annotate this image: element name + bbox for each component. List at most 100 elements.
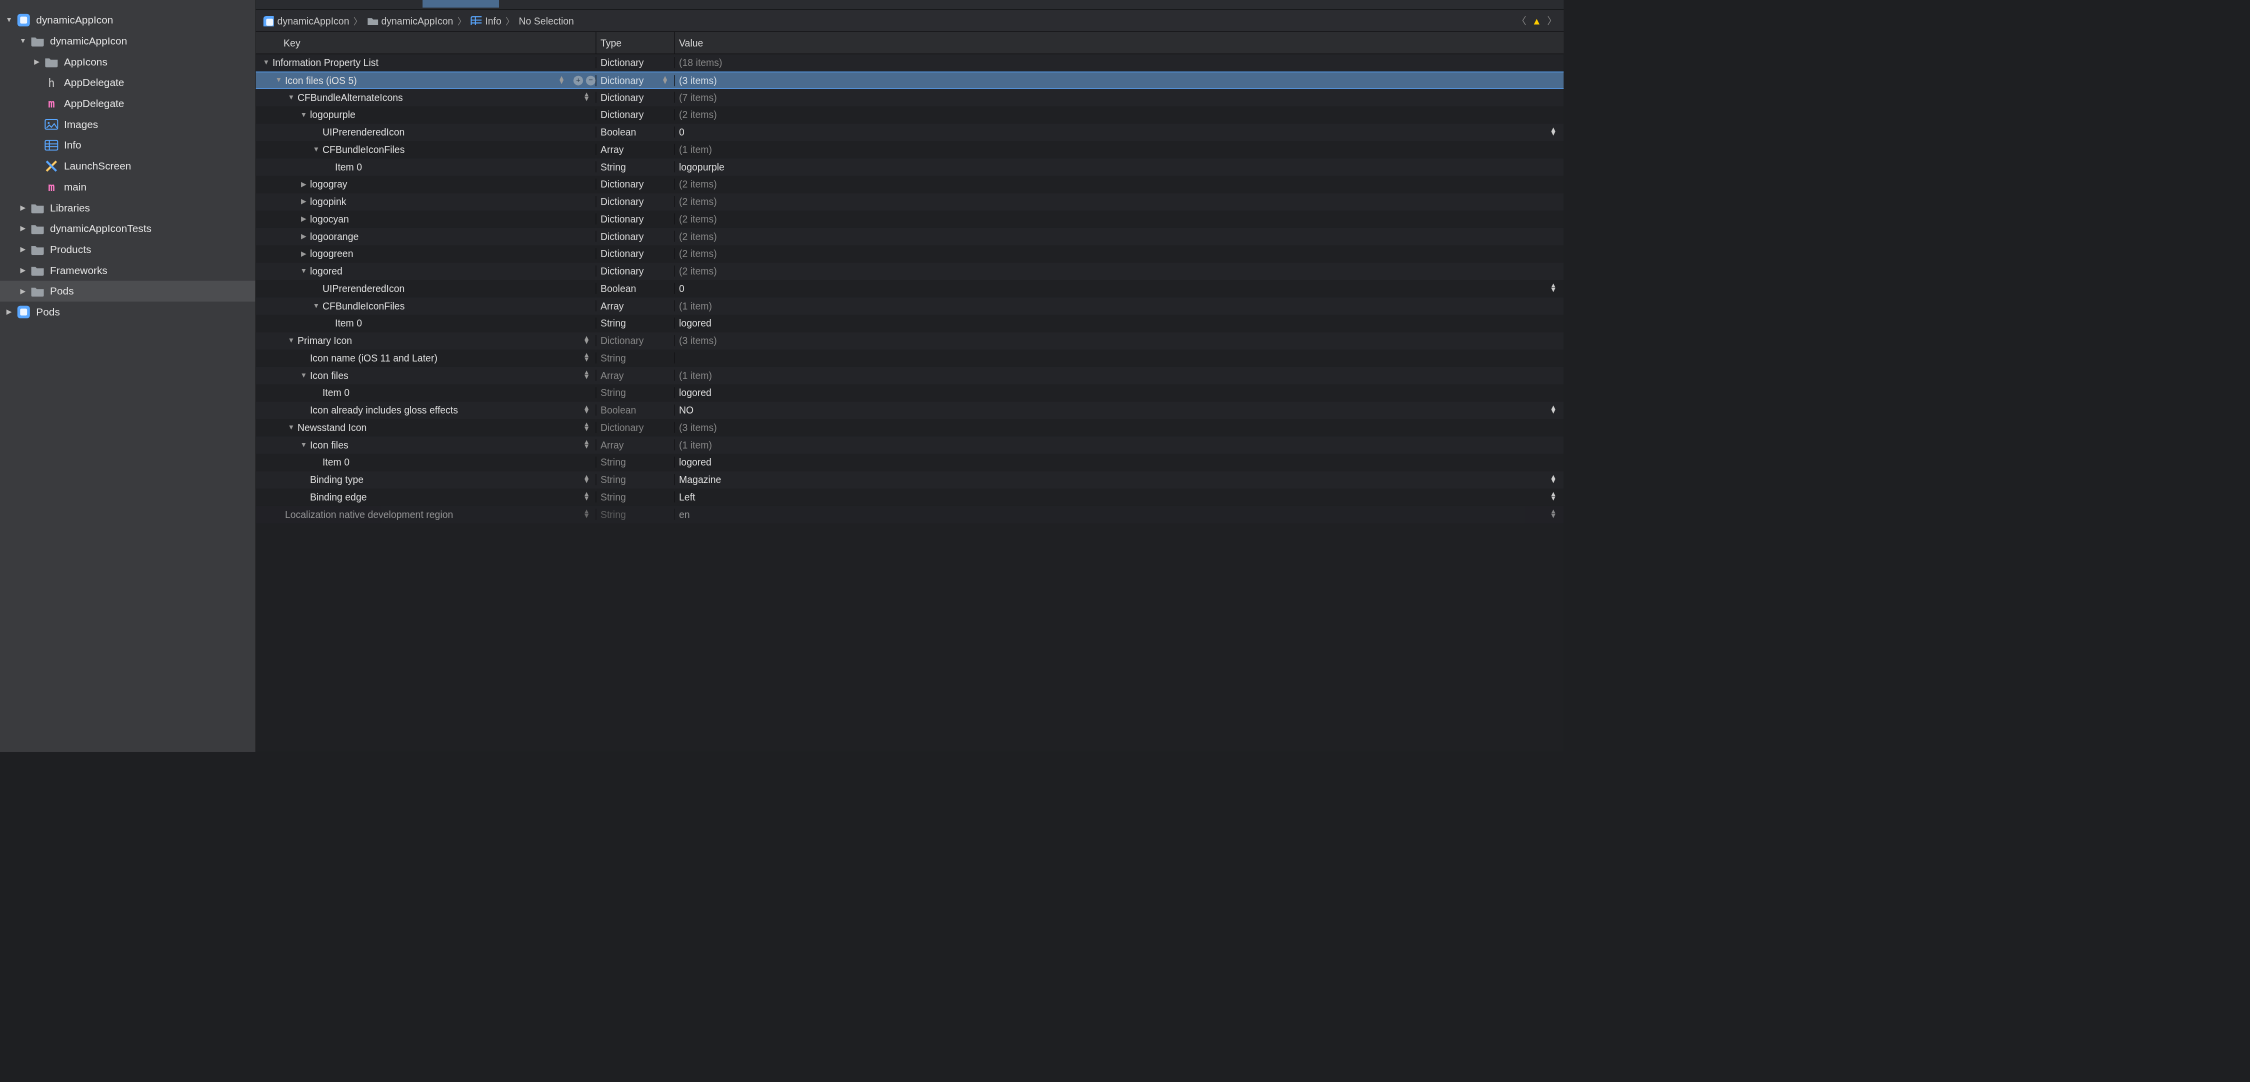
plist-key[interactable]: Binding edge xyxy=(310,491,367,502)
active-tab-indicator[interactable] xyxy=(423,0,499,8)
plist-key[interactable]: logogray xyxy=(310,179,347,190)
plist-key[interactable]: UIPrerenderedIcon xyxy=(322,283,404,294)
disclosure-triangle[interactable]: ▼ xyxy=(313,302,320,309)
plist-row[interactable]: ▼Information Property ListDictionary(18 … xyxy=(256,54,1564,71)
plist-value[interactable]: Left xyxy=(679,491,695,502)
disclosure-triangle[interactable]: ▼ xyxy=(6,17,13,24)
plist-key[interactable]: CFBundleAlternateIcons xyxy=(297,92,402,103)
disclosure-triangle[interactable] xyxy=(33,100,40,107)
plist-type[interactable]: Dictionary xyxy=(600,179,643,190)
crumb-no-selection[interactable]: No Selection xyxy=(519,15,574,26)
plist-type[interactable]: Boolean xyxy=(600,283,636,294)
type-stepper-icon[interactable]: ▲▼ xyxy=(662,76,670,84)
plist-type[interactable]: Boolean xyxy=(600,404,636,415)
plist-type[interactable]: Array xyxy=(600,439,623,450)
crumb-dynamicappicon[interactable]: dynamicAppIcon xyxy=(367,15,454,26)
plist-key[interactable]: logored xyxy=(310,265,342,276)
plist-type[interactable]: Dictionary xyxy=(600,75,643,86)
nav-item-dynamicappicontests[interactable]: ▶dynamicAppIconTests xyxy=(0,218,255,239)
row-actions[interactable]: +− xyxy=(573,75,595,85)
plist-type[interactable]: Dictionary xyxy=(600,109,643,120)
disclosure-triangle[interactable]: ▶ xyxy=(33,58,40,65)
plist-key[interactable]: Icon already includes gloss effects xyxy=(310,404,458,415)
key-stepper-icon[interactable]: ▲▼ xyxy=(583,510,591,518)
plist-type[interactable]: Dictionary xyxy=(600,422,643,433)
disclosure-triangle[interactable] xyxy=(313,129,320,136)
plist-value[interactable]: NO xyxy=(679,404,694,415)
disclosure-triangle[interactable]: ▼ xyxy=(19,38,26,45)
nav-item-libraries[interactable]: ▶Libraries xyxy=(0,197,255,218)
disclosure-triangle[interactable] xyxy=(325,320,332,327)
key-stepper-icon[interactable]: ▲▼ xyxy=(583,493,591,501)
disclosure-triangle[interactable]: ▼ xyxy=(300,372,307,379)
plist-value[interactable]: (2 items) xyxy=(679,213,717,224)
plist-type[interactable]: Boolean xyxy=(600,126,636,137)
plist-value[interactable]: (3 items) xyxy=(679,422,717,433)
chevron-right-icon[interactable]: 〉 xyxy=(1547,14,1557,28)
plist-value[interactable]: 0 xyxy=(679,126,684,137)
plist-row[interactable]: Icon already includes gloss effects ▲▼ Boo… xyxy=(256,402,1564,419)
nav-item-pods[interactable]: ▶Pods xyxy=(0,281,255,302)
plist-key[interactable]: Primary Icon xyxy=(297,335,352,346)
plist-row[interactable]: ▼CFBundleIconFilesArray(1 item) xyxy=(256,141,1564,158)
nav-item-appicons[interactable]: ▶AppIcons xyxy=(0,51,255,72)
disclosure-triangle[interactable]: ▶ xyxy=(19,204,26,211)
plist-row[interactable]: ▼Icon files (iOS 5)▲▼+−Dictionary▲▼(3 it… xyxy=(256,72,1564,89)
header-key[interactable]: Key xyxy=(256,32,597,54)
plist-value[interactable]: (2 items) xyxy=(679,265,717,276)
nav-item-pods[interactable]: ▶Pods xyxy=(0,302,255,323)
disclosure-triangle[interactable]: ▶ xyxy=(6,309,13,316)
plist-value[interactable]: logored xyxy=(679,457,711,468)
plist-key[interactable]: Item 0 xyxy=(335,318,362,329)
disclosure-triangle[interactable] xyxy=(33,142,40,149)
plist-type[interactable]: String xyxy=(600,509,625,520)
plist-type[interactable]: Dictionary xyxy=(600,196,643,207)
disclosure-triangle[interactable]: ▼ xyxy=(263,59,270,66)
plist-row[interactable]: ▶logoorangeDictionary(2 items) xyxy=(256,228,1564,245)
plist-row[interactable]: Localization native development region▲▼… xyxy=(256,506,1564,523)
nav-item-dynamicappicon[interactable]: ▼dynamicAppIcon xyxy=(0,10,255,31)
key-stepper-icon[interactable]: ▲▼ xyxy=(583,93,591,101)
plist-row[interactable]: UIPrerenderedIconBoolean0▲▼ xyxy=(256,280,1564,297)
plist-row[interactable]: ▶logograyDictionary(2 items) xyxy=(256,176,1564,193)
warning-icon[interactable]: ▲ xyxy=(1532,15,1542,26)
tab-bar[interactable] xyxy=(256,0,1564,10)
plist-row[interactable]: ▶logocyanDictionary(2 items) xyxy=(256,211,1564,228)
plist-type[interactable]: Dictionary xyxy=(600,92,643,103)
key-stepper-icon[interactable]: ▲▼ xyxy=(583,423,591,431)
key-stepper-icon[interactable]: ▲▼ xyxy=(583,406,591,414)
disclosure-triangle[interactable] xyxy=(33,121,40,128)
plist-value[interactable]: (1 item) xyxy=(679,300,712,311)
plist-type[interactable]: String xyxy=(600,352,625,363)
plist-value[interactable]: (2 items) xyxy=(679,109,717,120)
plist-key[interactable]: Icon name (iOS 11 and Later) xyxy=(310,352,437,363)
plist-value[interactable]: (2 items) xyxy=(679,196,717,207)
disclosure-triangle[interactable]: ▼ xyxy=(275,77,282,84)
crumb-dynamicappicon[interactable]: dynamicAppIcon xyxy=(263,15,350,26)
plist-type[interactable]: String xyxy=(600,474,625,485)
plist-value[interactable]: (2 items) xyxy=(679,248,717,259)
plist-type[interactable]: Array xyxy=(600,300,623,311)
key-stepper-icon[interactable]: ▲▼ xyxy=(583,371,591,379)
breadcrumb[interactable]: dynamicAppIcon〉dynamicAppIcon〉Info〉No Se… xyxy=(256,10,1564,32)
disclosure-triangle[interactable]: ▼ xyxy=(288,94,295,101)
plist-type[interactable]: String xyxy=(600,457,625,468)
plist-value[interactable]: (1 item) xyxy=(679,370,712,381)
plist-row[interactable]: ▶logopinkDictionary(2 items) xyxy=(256,193,1564,210)
plist-value[interactable]: (2 items) xyxy=(679,231,717,242)
plist-type[interactable]: Dictionary xyxy=(600,213,643,224)
plist-type[interactable]: Dictionary xyxy=(600,248,643,259)
plist-type[interactable]: Dictionary xyxy=(600,57,643,68)
plist-value[interactable]: logored xyxy=(679,318,711,329)
nav-item-dynamicappicon[interactable]: ▼dynamicAppIcon xyxy=(0,31,255,52)
nav-item-main[interactable]: mmain xyxy=(0,177,255,198)
disclosure-triangle[interactable] xyxy=(313,389,320,396)
disclosure-triangle[interactable] xyxy=(300,354,307,361)
disclosure-triangle[interactable]: ▼ xyxy=(300,268,307,275)
disclosure-triangle[interactable]: ▶ xyxy=(300,181,307,188)
disclosure-triangle[interactable]: ▶ xyxy=(300,233,307,240)
disclosure-triangle[interactable]: ▼ xyxy=(313,146,320,153)
plist-key[interactable]: UIPrerenderedIcon xyxy=(322,126,404,137)
add-icon[interactable]: + xyxy=(573,75,583,85)
plist-type[interactable]: Dictionary xyxy=(600,265,643,276)
